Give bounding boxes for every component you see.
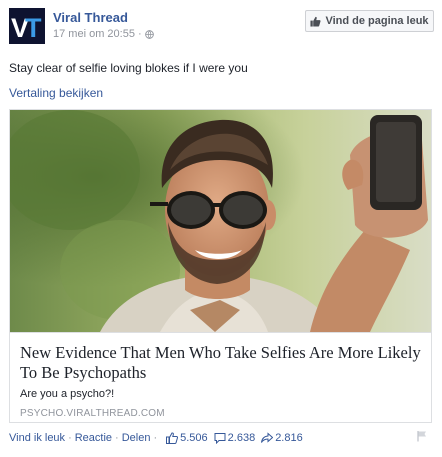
svg-text:T: T	[25, 13, 42, 43]
action-separator: ·	[115, 432, 119, 444]
link-title[interactable]: New Evidence That Men Who Take Selfies A…	[20, 343, 421, 383]
comment-icon	[214, 433, 226, 444]
globe-icon	[144, 29, 154, 39]
thumbs-up-icon	[310, 16, 321, 27]
comment-action-link[interactable]: Reactie	[75, 432, 112, 444]
post-text: Stay clear of selfie loving blokes if I …	[9, 61, 248, 75]
post-actions-bar: Vind ik leuk · Reactie · Delen · 5.506 2…	[9, 432, 303, 444]
see-translation-link[interactable]: Vertaling bekijken	[9, 86, 103, 100]
comments-count-value: 2.638	[227, 432, 256, 444]
likes-count-value: 5.506	[180, 432, 208, 444]
viral-thread-logo: V T	[9, 8, 45, 44]
thumbs-up-icon	[166, 432, 179, 444]
meta-separator: ·	[137, 28, 142, 40]
flag-icon[interactable]	[416, 430, 428, 442]
action-separator: ·	[68, 432, 72, 444]
like-page-label: Vind de pagina leuk	[325, 15, 429, 27]
likes-count[interactable]: 5.506	[166, 432, 208, 444]
share-action-link[interactable]: Delen	[122, 432, 151, 444]
link-domain: PSYCHO.VIRALTHREAD.COM	[20, 408, 165, 419]
link-preview-image[interactable]	[10, 110, 431, 332]
link-description: Are you a psycho?!	[20, 388, 115, 400]
like-action-link[interactable]: Vind ik leuk	[9, 432, 65, 444]
shares-count[interactable]: 2.816	[261, 432, 303, 444]
page-avatar[interactable]: V T	[9, 8, 45, 44]
facebook-post: V T Viral Thread 17 mei om 20:55 · Vind …	[0, 0, 442, 457]
link-preview-card[interactable]: New Evidence That Men Who Take Selfies A…	[9, 109, 432, 423]
post-meta: 17 mei om 20:55 ·	[53, 28, 154, 40]
post-timestamp[interactable]: 17 mei om 20:55	[53, 28, 135, 40]
comments-count[interactable]: 2.638	[214, 432, 256, 444]
like-page-button[interactable]: Vind de pagina leuk	[305, 10, 434, 32]
selfie-man-photo	[10, 110, 431, 332]
link-preview-body[interactable]: New Evidence That Men Who Take Selfies A…	[10, 332, 431, 422]
share-icon	[261, 432, 274, 443]
shares-count-value: 2.816	[275, 432, 303, 444]
action-separator: ·	[153, 432, 158, 444]
page-name-link[interactable]: Viral Thread	[53, 10, 128, 25]
